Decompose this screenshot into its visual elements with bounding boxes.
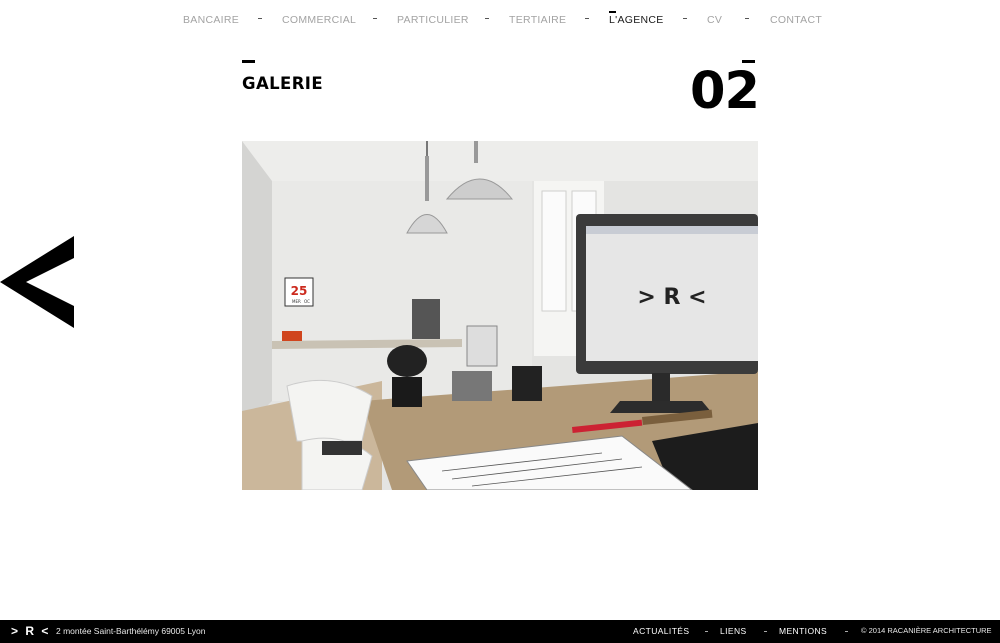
nav-separator xyxy=(683,18,687,19)
footer-link-actualites[interactable]: ACTUALITÉS xyxy=(633,626,689,636)
svg-text:OC: OC xyxy=(304,299,310,304)
nav-item-cv[interactable]: CV xyxy=(707,14,722,26)
chevron-left-icon xyxy=(0,236,74,328)
nav-item-agence[interactable]: L'AGENCE xyxy=(609,11,664,26)
prev-button[interactable] xyxy=(0,236,76,328)
office-photo-illustration: 25 MER OC > R < xyxy=(242,141,758,490)
nav-separator xyxy=(485,18,489,19)
svg-text:MER: MER xyxy=(292,299,301,304)
nav-item-commercial[interactable]: COMMERCIAL xyxy=(282,14,356,26)
footer-address: 2 montée Saint-Barthélémy 69005 Lyon xyxy=(56,626,206,636)
gallery-photo: 25 MER OC > R < xyxy=(242,141,758,490)
main-nav: BANCAIRE COMMERCIAL PARTICULIER TERTIAIR… xyxy=(0,0,1000,40)
svg-text:25: 25 xyxy=(291,284,308,298)
footer-logo[interactable]: > R < xyxy=(11,624,50,638)
nav-item-tertiaire[interactable]: TERTIAIRE xyxy=(509,14,566,26)
svg-text:> R <: > R < xyxy=(637,285,706,310)
footer-link-liens[interactable]: LIENS xyxy=(720,626,747,636)
footer-separator xyxy=(705,631,708,632)
nav-separator xyxy=(258,18,262,19)
footer-separator xyxy=(764,631,767,632)
nav-item-particulier[interactable]: PARTICULIER xyxy=(397,14,469,26)
footer-link-mentions[interactable]: MENTIONS xyxy=(779,626,827,636)
nav-separator xyxy=(585,18,589,19)
nav-separator xyxy=(745,18,749,19)
nav-separator xyxy=(373,18,377,19)
footer-separator xyxy=(845,631,848,632)
footer-copyright: © 2014 RACANIÈRE ARCHITECTURE xyxy=(861,626,992,635)
title-dash xyxy=(242,60,255,63)
gallery-page-number: 02 xyxy=(690,62,760,121)
page-title: GALERIE xyxy=(242,74,324,93)
footer: > R < 2 montée Saint-Barthélémy 69005 Ly… xyxy=(0,620,1000,643)
nav-item-contact[interactable]: CONTACT xyxy=(770,14,822,26)
nav-item-bancaire[interactable]: BANCAIRE xyxy=(183,14,239,26)
